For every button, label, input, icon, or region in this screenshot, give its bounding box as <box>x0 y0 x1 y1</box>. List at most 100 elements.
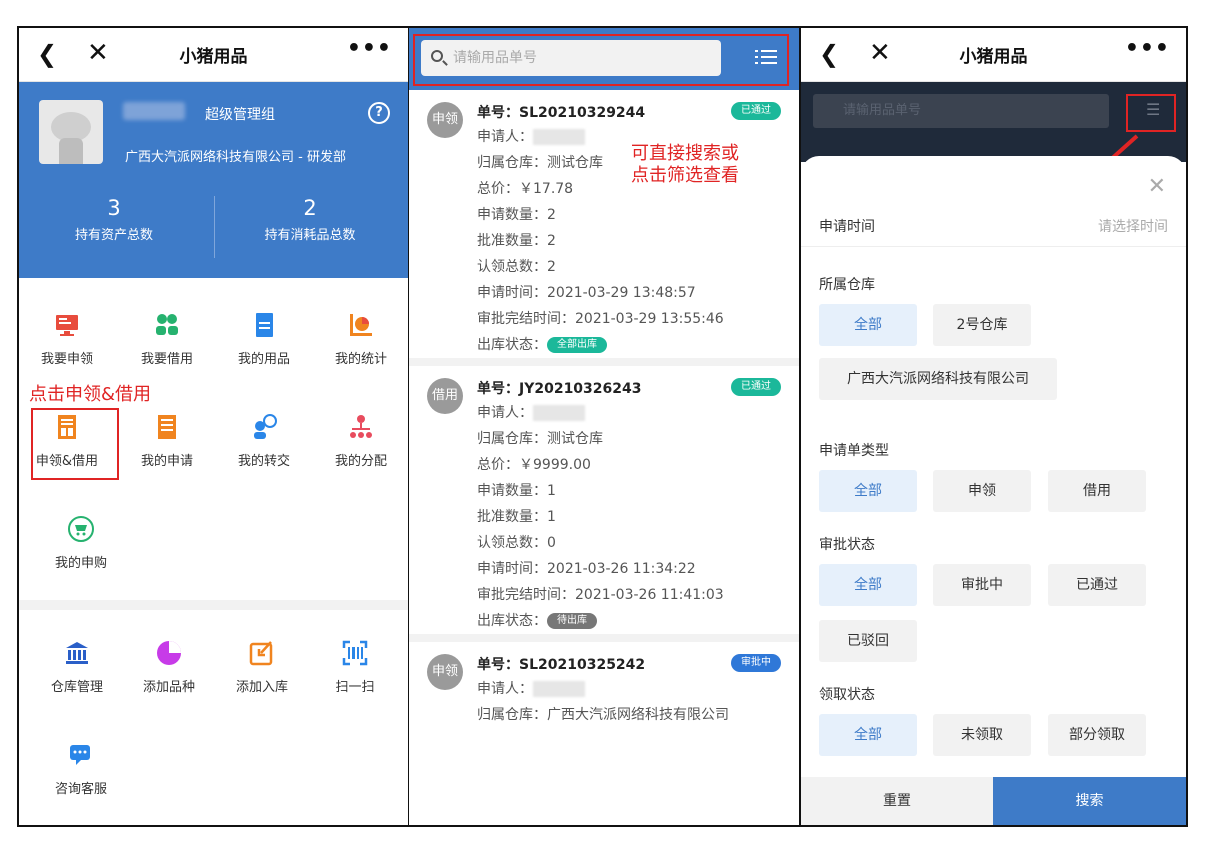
menu-my-transfers-label: 我的转交 <box>237 454 290 469</box>
divider <box>801 246 1186 247</box>
pie-chart-icon <box>348 312 374 338</box>
reset-button[interactable]: 重置 <box>801 777 993 825</box>
company-department: 广西大汽派网络科技有限公司 - 研发部 <box>125 150 346 165</box>
menu-my-transfers[interactable]: 我的转交 <box>216 414 312 469</box>
menu-customer-service[interactable]: 咨询客服 <box>33 742 129 797</box>
warehouse: 归属仓库：广西大汽派网络科技有限公司 <box>477 707 729 723</box>
stat-assets-count: 3 <box>107 196 121 220</box>
claim-option-partial[interactable]: 部分领取 <box>1048 714 1146 756</box>
search-button[interactable]: 搜索 <box>993 777 1186 825</box>
menu-borrow[interactable]: 我要借用 <box>119 312 215 367</box>
menu-my-allocation-label: 我的分配 <box>334 454 387 469</box>
applicant-blurred <box>533 405 585 421</box>
approve-option-pending[interactable]: 审批中 <box>933 564 1031 606</box>
menu-scan[interactable]: 扫一扫 <box>307 640 403 695</box>
claim-option-all[interactable]: 全部 <box>819 714 917 756</box>
claim-total: 认领总数：0 <box>477 535 556 551</box>
menu-my-purchase[interactable]: 我的申购 <box>33 516 129 571</box>
request-card[interactable]: 申领 单号：SL20210325242 审批中 申请人： 归属仓库：广西大汽派网… <box>409 642 799 825</box>
type-option-all[interactable]: 全部 <box>819 470 917 512</box>
warehouse: 归属仓库：测试仓库 <box>477 155 603 171</box>
people-icon <box>154 312 180 338</box>
menu-add-variety-label: 添加品种 <box>142 680 195 695</box>
menu-statistics-label: 我的统计 <box>334 352 387 367</box>
apply-quantity: 申请数量：1 <box>477 483 556 499</box>
type-label: 申请单类型 <box>819 443 889 459</box>
out-status: 出库状态： 待出库 <box>477 610 597 630</box>
claim-label: 领取状态 <box>819 687 875 703</box>
apply-time-picker[interactable]: 请选择时间 <box>1098 216 1168 236</box>
avatar[interactable] <box>39 100 103 164</box>
menu-my-allocation[interactable]: 我的分配 <box>313 414 408 469</box>
transfer-icon <box>251 414 277 440</box>
stat-consumables-label: 持有消耗品总数 <box>264 228 356 243</box>
nav-bar: ❮ ✕ 小猪用品 ••• <box>19 28 408 82</box>
approve-option-passed[interactable]: 已通过 <box>1048 564 1146 606</box>
close-icon[interactable]: ✕ <box>1148 174 1166 199</box>
apply-time: 申请时间：2021-03-29 13:48:57 <box>477 285 696 301</box>
user-role: 超级管理组 <box>205 107 275 123</box>
approve-option-rejected[interactable]: 已驳回 <box>819 620 917 662</box>
request-list-panel: 请输用品单号 申领 单号：SL20210329244 已通过 申请人： 归属仓库… <box>409 26 801 827</box>
document-icon <box>251 312 277 338</box>
apply-time: 申请时间：2021-03-26 11:34:22 <box>477 561 696 577</box>
applicant: 申请人： <box>477 402 585 422</box>
filter-panel: ❮ ✕ 小猪用品 ••• 请输用品单号 ☰ ✕ 申请时间 请选择时间 所属仓库 … <box>801 26 1188 827</box>
warehouse-option-2[interactable]: 2号仓库 <box>933 304 1031 346</box>
menu-scan-label: 扫一扫 <box>335 680 375 695</box>
annotation-search-box <box>413 34 789 86</box>
stat-assets[interactable]: 3 持有资产总数 <box>19 196 209 243</box>
type-option-apply[interactable]: 申领 <box>933 470 1031 512</box>
status-badge: 已通过 <box>731 378 781 396</box>
menu-my-requests-label: 我的申请 <box>140 454 193 469</box>
annotation-highlight-box <box>31 408 119 480</box>
menu-statistics[interactable]: 我的统计 <box>313 312 408 367</box>
warehouse-option-company[interactable]: 广西大汽派网络科技有限公司 <box>819 358 1057 400</box>
type-badge: 申领 <box>427 654 463 690</box>
menu-my-purchase-label: 我的申购 <box>54 556 107 571</box>
out-status-badge: 待出库 <box>547 613 597 629</box>
more-icon[interactable]: ••• <box>1125 36 1170 61</box>
warehouse-option-all[interactable]: 全部 <box>819 304 917 346</box>
stat-consumables[interactable]: 2 持有消耗品总数 <box>215 196 405 243</box>
menu-add-variety[interactable]: 添加品种 <box>121 640 217 695</box>
approve-time: 审批完结时间：2021-03-26 11:41:03 <box>477 587 724 603</box>
request-number: 单号：JY20210326243 <box>477 381 642 397</box>
menu-my-items[interactable]: 我的用品 <box>216 312 312 367</box>
home-panel: ❮ ✕ 小猪用品 ••• 超级管理组 ? 广西大汽派网络科技有限公司 - 研发部… <box>17 26 410 827</box>
status-badge: 已通过 <box>731 102 781 120</box>
menu-add-stock[interactable]: 添加入库 <box>214 640 310 695</box>
bank-icon <box>64 640 90 666</box>
annotation-click-apply: 点击申领&借用 <box>29 384 152 405</box>
claim-option-unclaimed[interactable]: 未领取 <box>933 714 1031 756</box>
scan-icon <box>342 640 368 666</box>
menu-apply-label: 我要申领 <box>40 352 93 367</box>
request-number: 单号：SL20210325242 <box>477 657 646 673</box>
pie-icon <box>156 640 182 666</box>
request-card[interactable]: 申领 单号：SL20210329244 已通过 申请人： 归属仓库：测试仓库 总… <box>409 90 799 366</box>
help-icon[interactable]: ? <box>368 102 390 124</box>
type-option-borrow[interactable]: 借用 <box>1048 470 1146 512</box>
user-name-blurred <box>123 102 185 120</box>
annotation-filter-box <box>1126 94 1176 132</box>
request-card[interactable]: 借用 单号：JY20210326243 已通过 申请人： 归属仓库：测试仓库 总… <box>409 366 799 642</box>
menu-apply[interactable]: 我要申领 <box>19 312 115 367</box>
approve-time: 审批完结时间：2021-03-29 13:55:46 <box>477 311 724 327</box>
out-status: 出库状态： 全部出库 <box>477 334 607 354</box>
applicant: 申请人： <box>477 678 585 698</box>
status-badge: 审批中 <box>731 654 781 672</box>
menu-warehouse[interactable]: 仓库管理 <box>29 640 125 695</box>
more-icon[interactable]: ••• <box>347 36 392 61</box>
apply-time-label: 申请时间 <box>819 219 875 235</box>
org-icon <box>348 414 374 440</box>
applicant-blurred <box>533 681 585 697</box>
approve-option-all[interactable]: 全部 <box>819 564 917 606</box>
menu-my-items-label: 我的用品 <box>237 352 290 367</box>
menu-warehouse-label: 仓库管理 <box>50 680 103 695</box>
menu-my-requests[interactable]: 我的申请 <box>119 414 215 469</box>
total-price: 总价：￥17.78 <box>477 181 574 197</box>
apply-quantity: 申请数量：2 <box>477 207 556 223</box>
profile-header: 超级管理组 ? 广西大汽派网络科技有限公司 - 研发部 3 持有资产总数 2 持… <box>19 82 408 278</box>
approve-quantity: 批准数量：2 <box>477 233 556 249</box>
section-separator <box>19 600 408 610</box>
